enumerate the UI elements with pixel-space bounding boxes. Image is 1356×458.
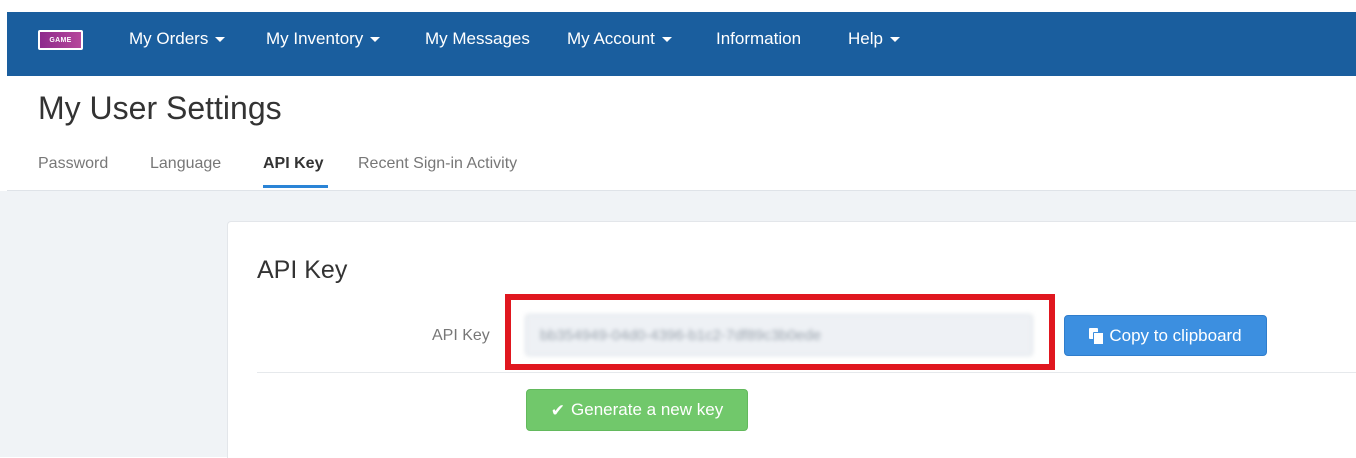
nav-label: Information xyxy=(716,29,802,48)
settings-tabs: Password Language API Key Recent Sign-in… xyxy=(7,141,1356,191)
copy-button-label: Copy to clipboard xyxy=(1109,325,1242,345)
nav-my-messages[interactable]: My Messages xyxy=(425,28,530,50)
api-key-field[interactable] xyxy=(525,314,1033,356)
tab-language[interactable]: Language xyxy=(150,153,221,175)
page-title: My User Settings xyxy=(38,90,282,126)
top-navbar: GAME My Orders My Inventory My Messages … xyxy=(7,12,1356,76)
copy-icon xyxy=(1089,327,1105,345)
nav-label: My Orders xyxy=(129,29,209,48)
nav-label: My Inventory xyxy=(266,29,364,48)
nav-label: My Account xyxy=(567,29,655,48)
generate-new-key-button[interactable]: ✔ Generate a new key xyxy=(526,389,748,431)
logo-text: GAME xyxy=(40,32,81,48)
caret-down-icon xyxy=(370,37,381,43)
api-key-label: API Key xyxy=(432,327,490,344)
nav-my-account[interactable]: My Account xyxy=(567,28,672,50)
panel-title: API Key xyxy=(257,256,348,284)
tab-api-key[interactable]: API Key xyxy=(263,153,323,175)
brand-logo[interactable]: GAME xyxy=(38,30,83,50)
caret-down-icon xyxy=(889,37,900,43)
nav-help[interactable]: Help xyxy=(848,28,900,50)
copy-to-clipboard-button[interactable]: Copy to clipboard xyxy=(1064,315,1267,356)
tab-recent-sign-in-activity[interactable]: Recent Sign-in Activity xyxy=(358,153,517,175)
caret-down-icon xyxy=(215,37,226,43)
form-divider xyxy=(257,372,1356,373)
nav-label: My Messages xyxy=(425,29,530,48)
nav-my-orders[interactable]: My Orders xyxy=(129,28,226,50)
caret-down-icon xyxy=(661,37,672,43)
nav-information[interactable]: Information xyxy=(716,28,801,50)
active-tab-indicator xyxy=(263,185,328,188)
nav-label: Help xyxy=(848,29,883,48)
generate-button-label: Generate a new key xyxy=(571,400,724,419)
check-icon: ✔ xyxy=(550,400,566,420)
nav-my-inventory[interactable]: My Inventory xyxy=(266,28,381,50)
tab-password[interactable]: Password xyxy=(38,153,108,175)
